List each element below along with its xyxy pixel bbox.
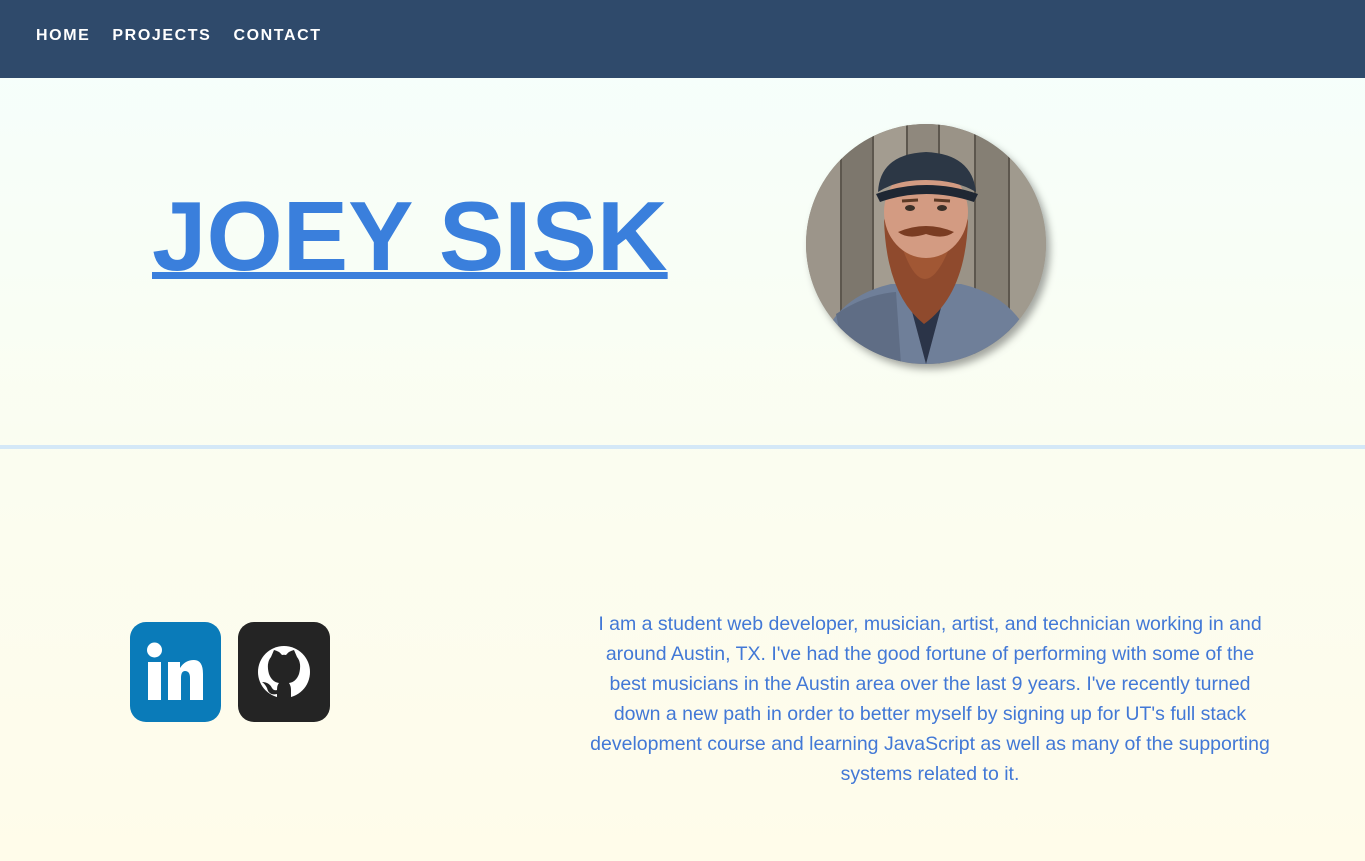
- nav-links: HOME PROJECTS CONTACT: [36, 27, 344, 45]
- top-navbar: HOME PROJECTS CONTACT: [0, 0, 1365, 78]
- bio-text: I am a student web developer, musician, …: [590, 613, 1270, 785]
- avatar: [806, 124, 1046, 364]
- linkedin-logo: [147, 642, 203, 700]
- linkedin-icon[interactable]: [130, 622, 221, 722]
- nav-link-home[interactable]: HOME: [36, 27, 90, 45]
- section-divider: [0, 445, 1365, 449]
- github-logo: [258, 646, 310, 700]
- nav-link-projects[interactable]: PROJECTS: [112, 27, 211, 45]
- social-links: [130, 622, 330, 722]
- github-icon[interactable]: [238, 622, 330, 722]
- nav-link-contact[interactable]: CONTACT: [233, 27, 321, 45]
- hero-name-link[interactable]: JOEY SISK: [152, 186, 668, 286]
- hero-section: JOEY SISK: [0, 78, 1365, 445]
- profile-photo: [806, 124, 1046, 364]
